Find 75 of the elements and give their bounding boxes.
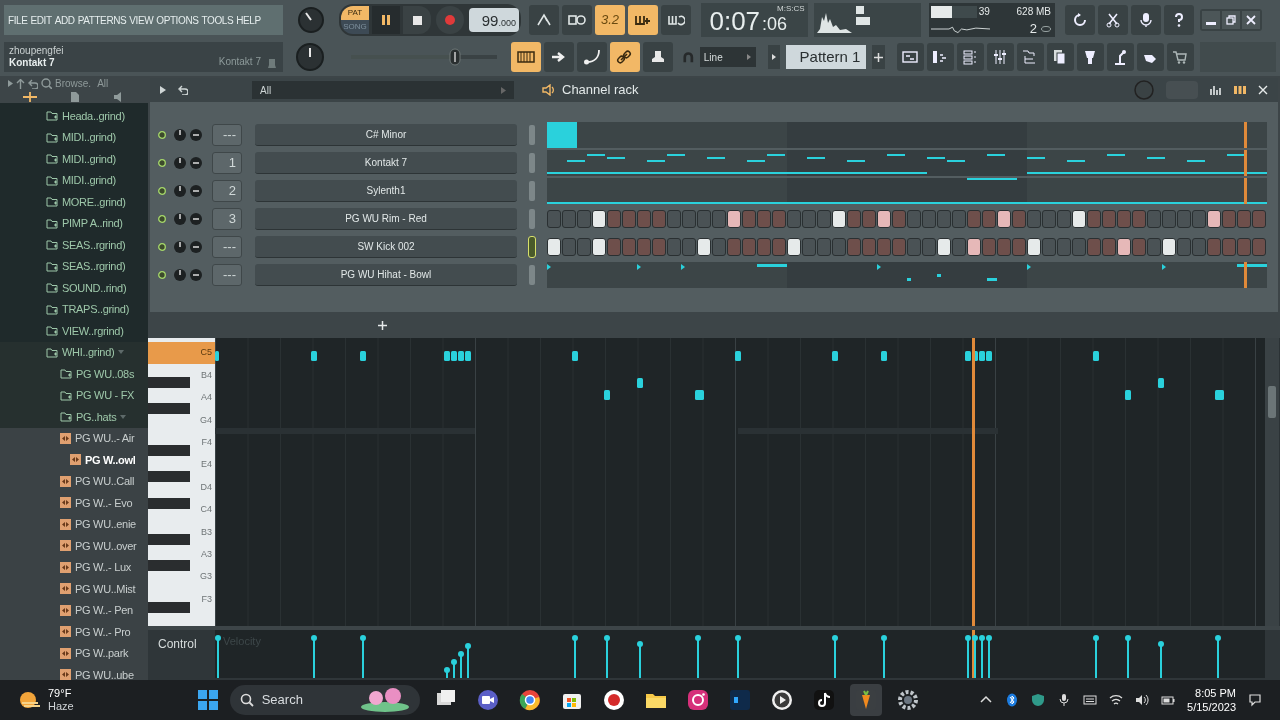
tempo-field[interactable]: 99.000 xyxy=(469,8,519,32)
countdown-button[interactable]: 3.2 xyxy=(595,5,625,35)
hint-title: zhoupengfei xyxy=(9,45,64,57)
tree-item[interactable]: PG W..- Pen xyxy=(0,599,148,621)
channel-button[interactable]: PG WU Rim - Red xyxy=(255,208,517,230)
key-label: G3 xyxy=(199,570,213,584)
mixer-track-field[interactable]: 1 xyxy=(212,152,242,174)
mixer-track-field[interactable]: 2 xyxy=(212,180,242,202)
time-value: 0:07 xyxy=(709,7,761,35)
window-title: Channel rack xyxy=(562,81,639,100)
tempo-fraction: .000 xyxy=(498,18,516,30)
tree-item[interactable]: PG W..- Evo xyxy=(0,492,148,514)
tree-item[interactable]: PG W..- Lux xyxy=(0,556,148,578)
snap-dropdown[interactable]: Line xyxy=(699,47,756,67)
key-label: F3 xyxy=(200,592,213,606)
key-label: E4 xyxy=(200,458,213,472)
menu-item[interactable]: OPTIONS xyxy=(156,12,199,28)
channel-button[interactable]: SW Kick 002 xyxy=(255,236,517,258)
menu-item[interactable]: TOOLS xyxy=(201,12,234,28)
key-label: G4 xyxy=(199,413,213,427)
menu-item[interactable]: FILE xyxy=(8,12,28,28)
channel-button[interactable]: C# Minor xyxy=(255,124,517,146)
tree-item[interactable]: PG WU..- Air xyxy=(0,427,148,449)
control-label: Control xyxy=(158,636,197,653)
channel-button[interactable]: Kontakt 7 xyxy=(255,152,517,174)
menu-item[interactable]: EDIT xyxy=(30,12,52,28)
piano-keyboard[interactable]: C5 B4 A4 G4 F4 E4 D4 C4 B3 A3 G3 F3 xyxy=(148,338,215,626)
mixer-track-field[interactable]: --- xyxy=(212,264,242,286)
menu-item[interactable]: ADD xyxy=(54,12,75,28)
tree-item[interactable]: PG W..- Pro xyxy=(0,621,148,643)
tree-item[interactable]: PG WU..Mist xyxy=(0,578,148,600)
tree-item[interactable]: PG WU - FX xyxy=(0,384,148,406)
tempo-value: 99 xyxy=(481,11,499,31)
tree-item[interactable]: PG WU..ube xyxy=(0,664,148,680)
browser-filter[interactable]: All xyxy=(97,76,109,91)
key-label: A3 xyxy=(200,547,213,561)
menu-item[interactable]: VIEW xyxy=(129,12,154,28)
polyphony-count: 39 xyxy=(978,5,990,19)
key-label: F4 xyxy=(200,436,213,449)
tree-item[interactable]: WHI..grind) xyxy=(0,341,148,363)
memory-usage: 628 MB xyxy=(1016,5,1051,19)
channel-name: Kontakt 7 xyxy=(218,55,261,69)
tree-item[interactable]: PG WU..over xyxy=(0,535,148,557)
mixer-track-field[interactable]: --- xyxy=(212,236,242,258)
menu-item[interactable]: HELP xyxy=(236,12,261,28)
key-label: D4 xyxy=(199,480,213,494)
hint-subtitle: Kontakt 7 xyxy=(9,57,55,69)
key-label: A4 xyxy=(200,391,213,405)
pattern-selector[interactable]: Pattern 1 xyxy=(786,45,867,69)
channel-button[interactable]: Sylenth1 xyxy=(255,180,517,202)
tree-item[interactable]: PG..hats xyxy=(0,406,148,428)
mixer-track-field[interactable]: 3 xyxy=(212,208,242,230)
temperature: 79°F xyxy=(48,687,73,700)
group-filter-dropdown[interactable]: All xyxy=(252,81,514,99)
mixer-track-field[interactable]: --- xyxy=(212,124,242,146)
browser-label: Browse. xyxy=(55,77,92,91)
key-label: B3 xyxy=(200,525,213,539)
tree-item[interactable]: PG WU..enie xyxy=(0,513,148,535)
tree-item[interactable]: PG W..owl xyxy=(0,449,148,471)
tree-item[interactable]: PG WU..08s xyxy=(0,363,148,385)
channel-button[interactable]: PG WU Hihat - Bowl xyxy=(255,264,517,286)
time-unit: M:S:CS xyxy=(777,4,805,13)
process-count: 2 xyxy=(1029,19,1037,38)
clock-time: 8:05 PM xyxy=(1195,686,1236,700)
weather-label: Haze xyxy=(48,700,74,713)
search-field[interactable]: Search xyxy=(229,685,420,715)
key-label: B4 xyxy=(200,368,213,382)
key-label: C5 xyxy=(148,342,215,365)
clock-date: 5/15/2023 xyxy=(1187,700,1236,714)
tree-item[interactable]: PG WU..Call xyxy=(0,470,148,492)
menu-item[interactable]: PATTERNS xyxy=(77,12,127,28)
tree-item[interactable]: PG W..park xyxy=(0,642,148,664)
mode-toggle[interactable]: PAT xyxy=(341,6,369,20)
key-label: C4 xyxy=(199,503,213,517)
time-centiseconds: :06 xyxy=(762,13,788,35)
